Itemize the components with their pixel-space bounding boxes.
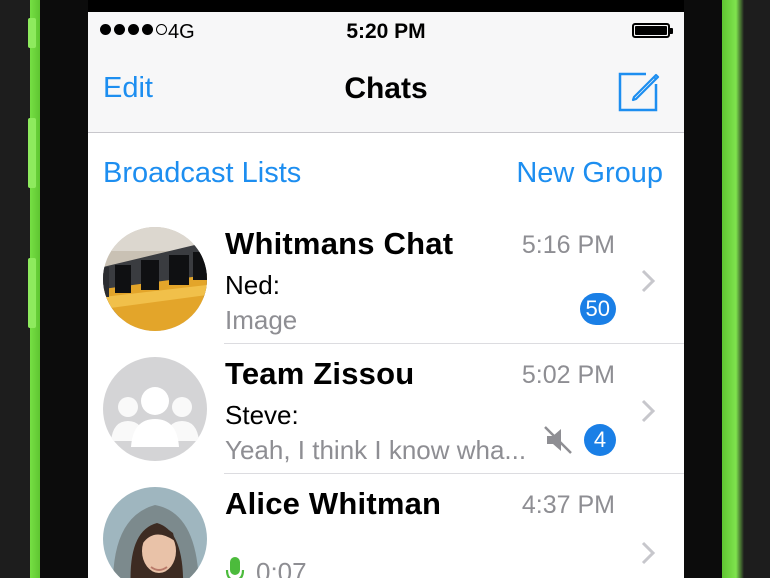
chat-name: Alice Whitman xyxy=(225,486,442,521)
voice-message-duration: 0:07 xyxy=(256,557,307,578)
chat-name: Team Zissou xyxy=(225,356,415,391)
chat-sender: Ned: xyxy=(225,270,280,300)
status-bar: 4G 5:20 PM xyxy=(88,12,684,52)
phone-screen: 4G 5:20 PM Edit Chats Broadcast Lists Ne… xyxy=(88,12,684,578)
mute-switch xyxy=(28,18,36,48)
chat-row-whitmans-chat[interactable]: Whitmans Chat 5:16 PM Ned: Image 50 xyxy=(88,214,684,344)
unread-badge: 50 xyxy=(579,293,616,325)
group-photo-avatar xyxy=(103,227,207,331)
volume-down-button xyxy=(28,258,36,328)
muted-speaker-icon xyxy=(544,426,572,454)
device-bezel-left xyxy=(40,0,88,578)
status-time: 5:20 PM xyxy=(346,20,426,43)
chat-sender: Steve: xyxy=(225,400,299,430)
chat-preview: Yeah, I think I know wha... xyxy=(225,435,527,465)
contact-photo-avatar xyxy=(103,487,207,578)
chat-time: 5:16 PM xyxy=(521,231,615,259)
microphone-icon xyxy=(225,557,245,578)
chat-row-team-zissou[interactable]: Team Zissou 5:02 PM Steve: Yeah, I think… xyxy=(88,344,684,474)
chat-row-alice-whitman[interactable]: Alice Whitman 4:37 PM 0:07 xyxy=(88,474,684,578)
new-group-button[interactable]: New Group xyxy=(516,157,663,190)
device-frame-right xyxy=(722,0,770,578)
chat-time: 4:37 PM xyxy=(521,491,615,519)
navigation-bar: Edit Chats xyxy=(88,52,684,133)
default-group-avatar xyxy=(103,357,207,461)
chevron-right-icon xyxy=(641,399,656,423)
volume-up-button xyxy=(28,118,36,188)
battery-icon xyxy=(632,23,673,38)
page-title: Chats xyxy=(344,72,428,105)
compose-icon[interactable] xyxy=(616,68,662,114)
chevron-right-icon xyxy=(641,541,656,565)
chat-name: Whitmans Chat xyxy=(225,226,454,261)
broadcast-lists-button[interactable]: Broadcast Lists xyxy=(103,157,301,190)
chevron-right-icon xyxy=(641,269,656,293)
chat-preview: Image xyxy=(225,305,298,335)
chat-time: 5:02 PM xyxy=(521,361,615,389)
device-bezel-right xyxy=(684,0,722,578)
unread-badge: 4 xyxy=(584,424,616,456)
chat-actions-bar: Broadcast Lists New Group xyxy=(88,133,684,215)
